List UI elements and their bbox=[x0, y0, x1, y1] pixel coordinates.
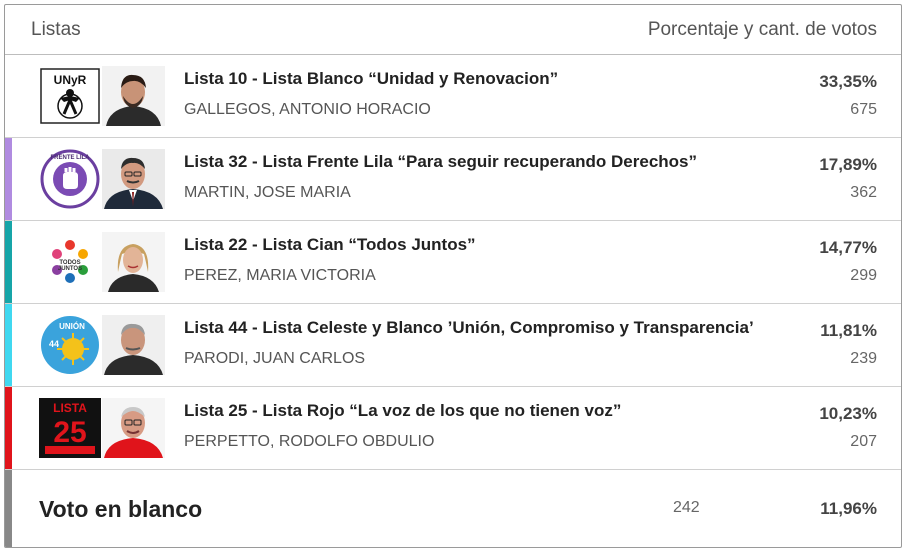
svg-text:UNIÓN: UNIÓN bbox=[59, 322, 85, 331]
list-color-stripe bbox=[5, 387, 12, 469]
blank-vote-label: Voto en blanco bbox=[39, 496, 203, 522]
candidate-name: PERPETTO, RODOLFO OBDULIO bbox=[184, 433, 435, 450]
list-row-44[interactable]: 44 UNIÓN Lista 44 - Lista Celeste y Blan… bbox=[5, 304, 901, 387]
svg-text:44: 44 bbox=[49, 339, 59, 349]
blank-vote-count: 242 bbox=[673, 499, 700, 516]
svg-text:LISTA: LISTA bbox=[53, 401, 87, 415]
list-percent: 17,89% bbox=[819, 155, 877, 174]
blank-vote-percent: 11,96% bbox=[820, 499, 877, 518]
blank-vote-stripe bbox=[5, 470, 12, 547]
candidate-photo bbox=[102, 398, 165, 458]
unyr-logo: UNyR bbox=[39, 66, 101, 126]
candidate-photo bbox=[102, 232, 165, 292]
list-row-22[interactable]: TODOS JUNTOS Lista 22 - Lista Cian “Todo… bbox=[5, 221, 901, 304]
list-color-stripe bbox=[5, 221, 12, 303]
union-logo: 44 UNIÓN bbox=[39, 315, 101, 375]
svg-text:25: 25 bbox=[53, 416, 86, 449]
candidate-photo bbox=[102, 315, 165, 375]
candidate-name: PEREZ, MARIA VICTORIA bbox=[184, 267, 376, 284]
todos-juntos-logo: TODOS JUNTOS bbox=[39, 232, 101, 292]
list-percent: 14,77% bbox=[819, 238, 877, 257]
svg-text:JUNTOS: JUNTOS bbox=[58, 266, 82, 272]
list-color-stripe bbox=[5, 55, 12, 137]
lista-25-logo: LISTA 25 bbox=[39, 398, 101, 458]
list-title: Lista 32 - Lista Frente Lila “Para segui… bbox=[184, 152, 698, 171]
list-votes: 362 bbox=[850, 184, 877, 201]
list-title: Lista 44 - Lista Celeste y Blanco ’Unión… bbox=[184, 318, 754, 337]
header-lists-label: Listas bbox=[31, 18, 81, 40]
table-header: Listas Porcentaje y cant. de votos bbox=[5, 5, 901, 55]
list-title: Lista 25 - Lista Rojo “La voz de los que… bbox=[184, 401, 622, 420]
list-color-stripe bbox=[5, 138, 12, 220]
list-row-25[interactable]: LISTA 25 Lista 25 - Lista Rojo “La voz d… bbox=[5, 387, 901, 470]
svg-text:FRENTE LILA: FRENTE LILA bbox=[51, 155, 91, 161]
list-votes: 207 bbox=[850, 433, 877, 450]
list-votes: 239 bbox=[850, 350, 877, 367]
candidate-name: GALLEGOS, ANTONIO HORACIO bbox=[184, 101, 431, 118]
candidate-name: PARODI, JUAN CARLOS bbox=[184, 350, 366, 367]
frente-lila-logo: FRENTE LILA bbox=[39, 149, 101, 209]
candidate-photo bbox=[102, 66, 165, 126]
list-color-stripe bbox=[5, 304, 12, 386]
candidate-photo bbox=[102, 149, 165, 209]
list-votes: 675 bbox=[850, 101, 877, 118]
list-votes: 299 bbox=[850, 267, 877, 284]
blank-vote-row[interactable]: Voto en blanco 242 11,96% bbox=[5, 470, 901, 547]
list-row-10[interactable]: UNyR Lista 10 - Lista Blanco “Unidad y R… bbox=[5, 55, 901, 138]
candidate-name: MARTIN, JOSE MARIA bbox=[184, 184, 351, 201]
list-title: Lista 22 - Lista Cian “Todos Juntos” bbox=[184, 235, 476, 254]
list-percent: 33,35% bbox=[819, 72, 877, 91]
list-title: Lista 10 - Lista Blanco “Unidad y Renova… bbox=[184, 69, 559, 88]
unyr-logo-text: UNyR bbox=[54, 73, 87, 87]
list-percent: 10,23% bbox=[819, 404, 877, 423]
list-percent: 11,81% bbox=[820, 321, 877, 340]
header-percent-label: Porcentaje y cant. de votos bbox=[647, 18, 877, 40]
results-panel: Listas Porcentaje y cant. de votos UNyR bbox=[4, 4, 902, 548]
list-row-32[interactable]: FRENTE LILA Lista 32 - Lista Frente Lila… bbox=[5, 138, 901, 221]
